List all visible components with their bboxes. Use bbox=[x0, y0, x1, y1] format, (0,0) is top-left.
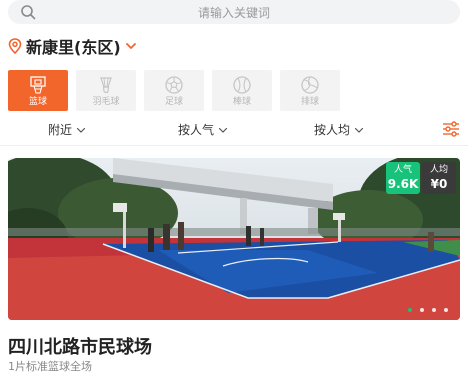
baseball-icon bbox=[233, 75, 251, 94]
venue-photo[interactable]: 人气 9.6K 人均 ¥0 bbox=[8, 158, 460, 320]
avg-price-badge-value: ¥0 bbox=[430, 177, 448, 191]
filter-popularity-label: 按人气 bbox=[178, 123, 215, 137]
carousel-dot[interactable] bbox=[432, 308, 436, 312]
sport-label: 足球 bbox=[164, 96, 183, 107]
filter-bar: 附近 按人气 按人均 bbox=[0, 118, 468, 140]
chevron-down-icon bbox=[354, 127, 364, 133]
volleyball-icon bbox=[301, 75, 319, 94]
filter-settings-icon[interactable] bbox=[442, 121, 460, 137]
location-name: 新康里(东区) bbox=[26, 38, 121, 57]
avg-price-badge: 人均 ¥0 bbox=[422, 162, 456, 194]
location-selector[interactable]: 新康里(东区) bbox=[8, 34, 137, 58]
football-icon bbox=[165, 75, 183, 94]
sport-tab-baseball[interactable]: 棒球 bbox=[212, 70, 272, 111]
filter-popularity[interactable]: 按人气 bbox=[178, 121, 228, 138]
filter-avg-price-label: 按人均 bbox=[314, 123, 351, 137]
sport-tab-badminton[interactable]: 羽毛球 bbox=[76, 70, 136, 111]
chevron-down-icon bbox=[125, 43, 136, 49]
sport-tabs: 篮球 羽毛球 足球 棒球 排球 bbox=[8, 70, 340, 111]
carousel-indicator bbox=[408, 308, 448, 312]
search-bar[interactable]: 请输入关键词 bbox=[8, 0, 460, 24]
filter-nearby-label: 附近 bbox=[48, 123, 73, 137]
carousel-dot[interactable] bbox=[444, 308, 448, 312]
popularity-badge-value: 9.6K bbox=[387, 177, 419, 191]
sport-label: 排球 bbox=[300, 96, 319, 107]
sport-tab-basketball[interactable]: 篮球 bbox=[8, 70, 68, 111]
location-pin-icon bbox=[8, 38, 22, 54]
sport-label: 棒球 bbox=[232, 96, 251, 107]
search-placeholder: 请输入关键词 bbox=[197, 6, 270, 20]
badminton-icon bbox=[100, 76, 112, 93]
sport-tab-football[interactable]: 足球 bbox=[144, 70, 204, 111]
popularity-badge-label: 人气 bbox=[393, 165, 412, 175]
chevron-down-icon bbox=[218, 127, 228, 133]
sport-tab-volleyball[interactable]: 排球 bbox=[280, 70, 340, 111]
chevron-down-icon bbox=[76, 127, 86, 133]
sport-label: 羽毛球 bbox=[92, 96, 120, 107]
sport-label: 篮球 bbox=[28, 96, 47, 107]
filter-avg-price[interactable]: 按人均 bbox=[314, 121, 364, 138]
carousel-dot[interactable] bbox=[408, 308, 412, 312]
venue-description: 1片标准篮球全场 bbox=[8, 360, 92, 373]
venue-name[interactable]: 四川北路市民球场 bbox=[8, 333, 152, 359]
filter-nearby[interactable]: 附近 bbox=[48, 121, 86, 138]
basketball-icon bbox=[30, 75, 46, 94]
popularity-badge: 人气 9.6K bbox=[386, 162, 420, 194]
avg-price-badge-label: 人均 bbox=[429, 165, 448, 175]
divider bbox=[0, 145, 468, 146]
carousel-dot[interactable] bbox=[420, 308, 424, 312]
